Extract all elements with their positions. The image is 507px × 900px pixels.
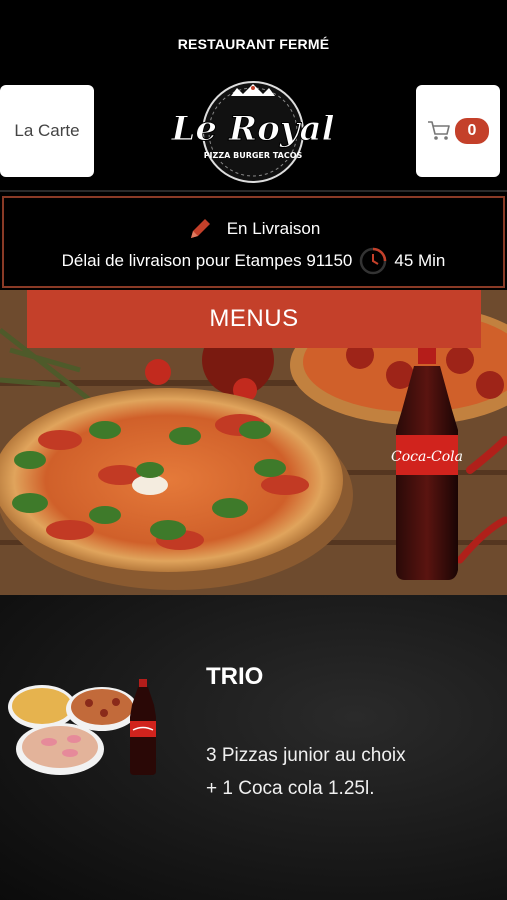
cart-count-badge: 0 — [455, 118, 489, 144]
restaurant-status: RESTAURANT FERMÉ — [177, 36, 330, 52]
delivery-delay-label: Délai de livraison pour Etampes 91150 — [61, 251, 353, 270]
le-royal-logo: Le Royal PIZZA BURGER TACOS — [171, 81, 335, 183]
delivery-mode: En Livraison — [226, 219, 321, 238]
header-divider — [0, 190, 507, 192]
menus-label: MENUS — [209, 305, 299, 332]
la-carte-button[interactable]: La Carte — [0, 85, 94, 177]
pencil-icon — [190, 219, 210, 238]
product-description: 3 Pizzas junior au choix + 1 Coca cola 1… — [206, 745, 406, 799]
menu-content: TRIO 3 Pizzas junior au choix + 1 Coca c… — [0, 595, 507, 900]
la-carte-label: La Carte — [14, 121, 80, 140]
logo-tagline: PIZZA BURGER TACOS — [204, 151, 303, 160]
cart-button[interactable]: 0 — [416, 85, 500, 177]
cart-icon — [428, 121, 450, 140]
trio-product-image[interactable] — [4, 677, 164, 787]
coca-cola-label: Coca-Cola — [391, 449, 463, 465]
product-title[interactable]: TRIO — [206, 663, 263, 691]
logo-text: Le Royal — [171, 109, 335, 149]
delivery-delay-value: 45 Min — [394, 251, 446, 270]
delivery-info-box[interactable]: En Livraison Délai de livraison pour Eta… — [2, 196, 505, 288]
clock-icon — [360, 247, 387, 275]
menus-button[interactable]: MENUS — [27, 290, 481, 348]
